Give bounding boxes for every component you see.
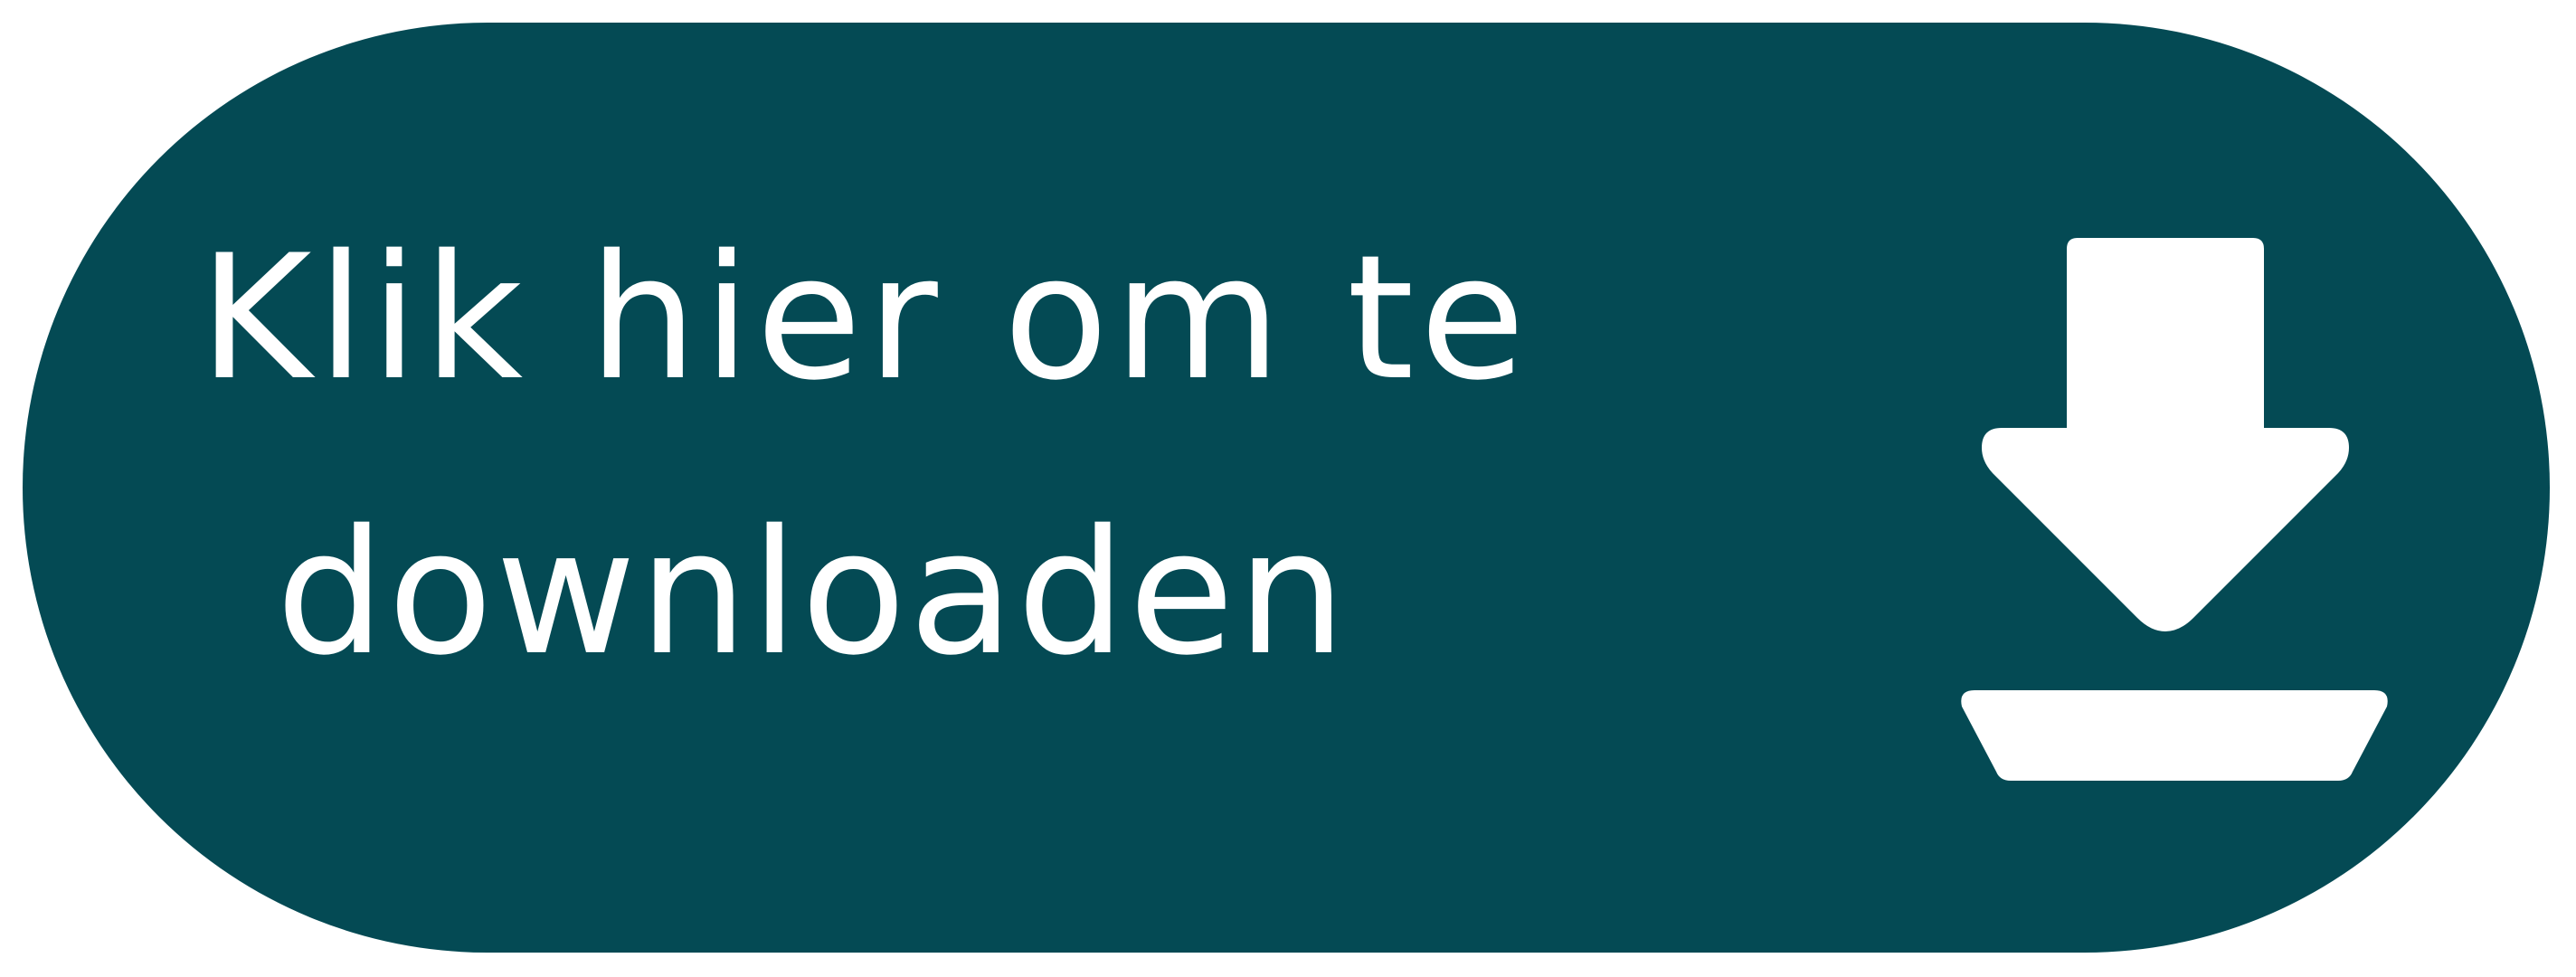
button-label-line-2: downloaden [276,493,1350,693]
button-label-line-1: Klik hier om te [199,218,1531,418]
download-icon [1961,238,2388,781]
download-button[interactable]: Klik hier om te downloaden [23,23,2550,953]
